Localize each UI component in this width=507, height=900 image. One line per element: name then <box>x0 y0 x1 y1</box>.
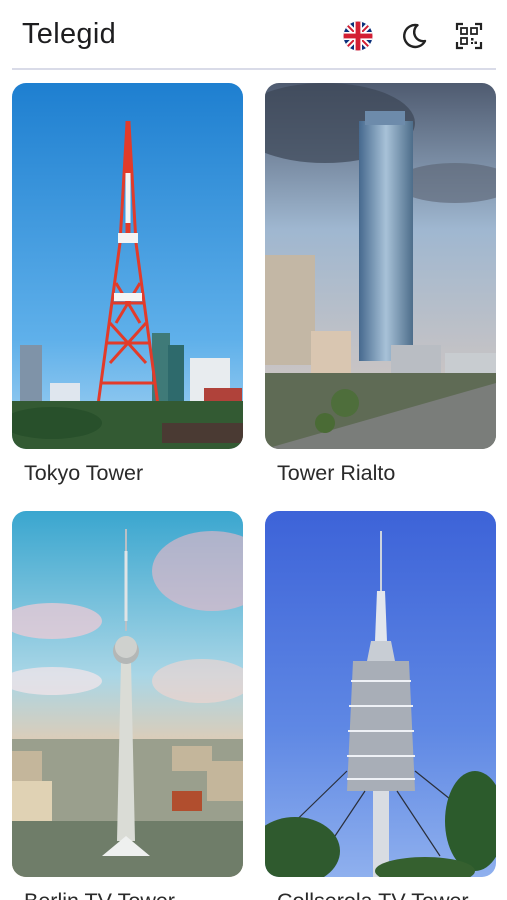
header-divider <box>12 68 496 70</box>
tower-card-berlin[interactable]: Berlin TV Tower <box>12 511 243 900</box>
tower-photo-tokyo <box>12 83 243 449</box>
qr-code-icon <box>455 22 483 50</box>
qr-scan-button[interactable] <box>452 19 486 53</box>
app-bar: Telegid <box>0 0 507 70</box>
tower-grid: Tokyo Tower Tower Rialto <box>12 83 496 900</box>
tower-name: Tower Rialto <box>277 461 396 485</box>
tower-card-rialto[interactable]: Tower Rialto <box>265 83 496 485</box>
tower-name: Collserola TV Tower <box>277 889 469 900</box>
tower-card-tokyo[interactable]: Tokyo Tower <box>12 83 243 485</box>
language-button[interactable] <box>341 19 375 53</box>
tower-photo-rialto <box>265 83 496 449</box>
moon-icon <box>403 23 427 49</box>
tower-name: Berlin TV Tower <box>24 889 175 900</box>
tower-photo-berlin <box>12 511 243 877</box>
app-title: Telegid <box>22 18 116 50</box>
tower-card-collserola[interactable]: Collserola TV Tower <box>265 511 496 900</box>
tower-photo-collserola <box>265 511 496 877</box>
uk-flag-icon <box>343 21 373 51</box>
theme-toggle-button[interactable] <box>397 19 431 53</box>
tower-name: Tokyo Tower <box>24 461 144 485</box>
